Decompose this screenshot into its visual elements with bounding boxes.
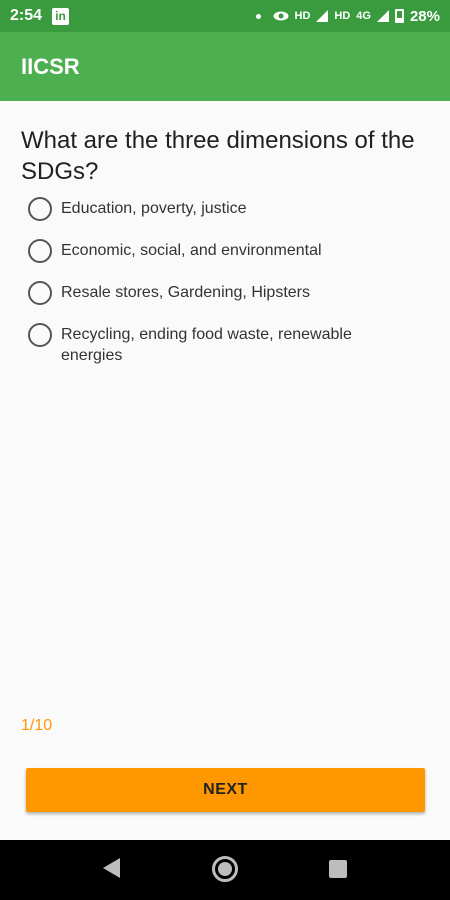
signal-icon-2 <box>376 10 389 22</box>
option-label: Recycling, ending food waste, renewable … <box>61 326 352 364</box>
radio-button-icon[interactable] <box>28 239 52 263</box>
app-bar: IICSR <box>0 32 450 101</box>
system-nav-bar <box>0 840 450 900</box>
app-title: IICSR <box>21 53 80 79</box>
option-label: Economic, social, and environmental <box>61 242 322 259</box>
linkedin-icon: in <box>52 7 70 25</box>
status-bar: 2:54 in HD HD 4G 28% <box>0 0 450 32</box>
radio-button-icon[interactable] <box>28 281 52 305</box>
radio-button-icon[interactable] <box>28 323 52 347</box>
quiz-content: What are the three dimensions of the SDG… <box>0 101 450 840</box>
option-label: Education, poverty, justice <box>61 200 247 217</box>
question-text: What are the three dimensions of the SDG… <box>21 127 415 185</box>
signal-icon <box>316 10 329 22</box>
option-3[interactable]: Resale stores, Gardening, Hipsters <box>28 281 428 305</box>
radio-button-icon[interactable] <box>28 197 52 221</box>
options-radio-group: Education, poverty, justice Economic, so… <box>28 197 428 384</box>
home-icon[interactable] <box>212 856 238 882</box>
question-progress: 1/10 <box>21 717 53 734</box>
network-label: 4G <box>356 10 371 22</box>
status-left: 2:54 in <box>10 7 70 25</box>
battery-percent: 28% <box>409 7 440 25</box>
option-label: Resale stores, Gardening, Hipsters <box>61 284 310 301</box>
next-button[interactable]: NEXT <box>26 768 425 812</box>
hd-label-2: HD <box>334 10 351 22</box>
option-4[interactable]: Recycling, ending food waste, renewable … <box>28 323 428 366</box>
notification-dot-icon <box>255 13 261 19</box>
option-1[interactable]: Education, poverty, justice <box>28 197 428 221</box>
status-time: 2:54 <box>10 7 43 24</box>
battery-icon <box>394 9 404 23</box>
hd-label-1: HD <box>294 10 311 22</box>
option-2[interactable]: Economic, social, and environmental <box>28 239 428 263</box>
eye-icon <box>273 11 288 21</box>
recents-icon[interactable] <box>329 860 347 878</box>
status-right: HD HD 4G 28% <box>255 7 440 25</box>
back-icon[interactable] <box>103 858 120 878</box>
